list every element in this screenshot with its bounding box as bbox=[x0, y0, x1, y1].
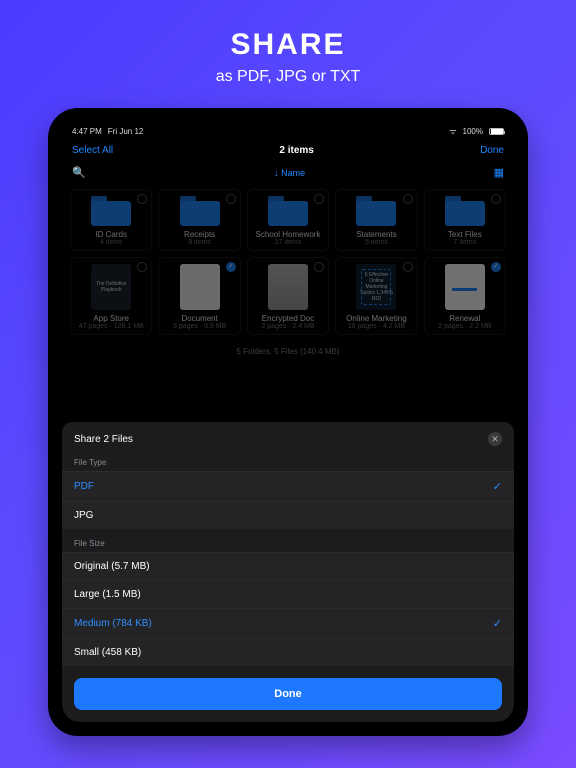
file-size-option[interactable]: Original (5.7 MB) bbox=[62, 552, 514, 580]
close-button[interactable]: ✕ bbox=[488, 432, 502, 446]
selection-circle[interactable] bbox=[137, 262, 147, 272]
file-size-group: Original (5.7 MB) Large (1.5 MB) Medium (7… bbox=[62, 552, 514, 666]
folder-icon bbox=[180, 196, 220, 226]
share-sheet: Share 2 Files ✕ File Type PDF ✓ JPG File S… bbox=[62, 422, 514, 722]
checkmark-icon: ✓ bbox=[493, 480, 502, 493]
folder-row: ID Cards4 itemsReceipts8 itemsSchool Hom… bbox=[70, 189, 506, 251]
content-area: ID Cards4 itemsReceipts8 itemsSchool Hom… bbox=[62, 183, 514, 422]
selection-circle[interactable] bbox=[226, 262, 236, 272]
file-name: Renewal bbox=[449, 314, 480, 323]
file-row: The Definitive Playbook App Store47 pages… bbox=[70, 257, 506, 335]
folder-meta: 5 items bbox=[365, 239, 388, 246]
file-type-option[interactable]: PDF ✓ bbox=[62, 471, 514, 501]
file-meta: 2 pages · 2.2 MB bbox=[438, 323, 491, 330]
device-screen: 4:47 PM Fri Jun 12 ᯤ 100% Select All 2 i… bbox=[62, 122, 514, 722]
file-tile[interactable]: 5 Effective Online Marketing Tactics 1,3… bbox=[335, 257, 417, 335]
footer-meta: 5 Folders, 5 Files (140.4 MB) bbox=[70, 341, 506, 362]
folder-name: Statements bbox=[356, 230, 396, 239]
file-tile[interactable]: Document3 pages · 3.9 MB bbox=[158, 257, 240, 335]
promo-subtitle: as PDF, JPG or TXT bbox=[216, 68, 361, 86]
file-thumbnail: 5 Effective Online Marketing Tactics 1,3… bbox=[356, 264, 396, 310]
nav-bar: Select All 2 items Done bbox=[62, 139, 514, 162]
battery-icon bbox=[489, 128, 504, 135]
folder-tile[interactable]: School Homework17 items bbox=[247, 189, 329, 251]
folder-tile[interactable]: ID Cards4 items bbox=[70, 189, 152, 251]
file-tile[interactable]: Renewal2 pages · 2.2 MB bbox=[424, 257, 506, 335]
status-bar: 4:47 PM Fri Jun 12 ᯤ 100% bbox=[62, 122, 514, 139]
folder-icon bbox=[91, 196, 131, 226]
sort-label: Name bbox=[281, 168, 305, 178]
file-tile[interactable]: The Definitive Playbook App Store47 pages… bbox=[70, 257, 152, 335]
file-thumbnail bbox=[180, 264, 220, 310]
file-meta: 2 pages · 2.4 MB bbox=[261, 323, 314, 330]
file-name: Online Marketing bbox=[346, 314, 406, 323]
option-label: Medium (784 KB) bbox=[74, 618, 152, 629]
folder-tile[interactable]: Statements5 items bbox=[335, 189, 417, 251]
device-frame: 4:47 PM Fri Jun 12 ᯤ 100% Select All 2 i… bbox=[48, 108, 528, 736]
folder-meta: 17 items bbox=[275, 239, 301, 246]
nav-title: 2 items bbox=[279, 145, 313, 156]
file-type-group: PDF ✓ JPG bbox=[62, 471, 514, 529]
file-meta: 47 pages · 128.1 MB bbox=[79, 323, 144, 330]
selection-circle[interactable] bbox=[403, 262, 413, 272]
folder-name: Receipts bbox=[184, 230, 215, 239]
sort-bar: 🔍 ↓ Name ▦ bbox=[62, 162, 514, 183]
folder-icon bbox=[268, 196, 308, 226]
close-icon: ✕ bbox=[491, 434, 499, 445]
sheet-title: Share 2 Files bbox=[74, 434, 133, 445]
promo-title: SHARE bbox=[230, 28, 345, 62]
file-thumbnail: The Definitive Playbook bbox=[91, 264, 131, 310]
file-size-option[interactable]: Medium (784 KB) ✓ bbox=[62, 608, 514, 638]
selection-circle[interactable] bbox=[137, 194, 147, 204]
selection-circle[interactable] bbox=[314, 262, 324, 272]
status-date: Fri Jun 12 bbox=[108, 127, 144, 136]
option-label: Small (458 KB) bbox=[74, 647, 141, 658]
selection-circle[interactable] bbox=[403, 194, 413, 204]
folder-tile[interactable]: Text Files7 items bbox=[424, 189, 506, 251]
option-label: PDF bbox=[74, 481, 94, 492]
folder-meta: 7 items bbox=[454, 239, 477, 246]
file-meta: 16 pages · 4.2 MB bbox=[348, 323, 405, 330]
checkmark-icon: ✓ bbox=[493, 617, 502, 630]
file-tile[interactable]: Encrypted Doc2 pages · 2.4 MB bbox=[247, 257, 329, 335]
selection-circle[interactable] bbox=[226, 194, 236, 204]
folder-meta: 4 items bbox=[100, 239, 123, 246]
wifi-icon: ᯤ bbox=[449, 126, 456, 137]
file-thumbnail bbox=[445, 264, 485, 310]
search-icon[interactable]: 🔍 bbox=[72, 166, 86, 179]
file-type-option[interactable]: JPG bbox=[62, 501, 514, 529]
nav-done-button[interactable]: Done bbox=[480, 145, 504, 156]
folder-icon bbox=[445, 196, 485, 226]
file-name: App Store bbox=[93, 314, 129, 323]
option-label: Large (1.5 MB) bbox=[74, 589, 141, 600]
status-time: 4:47 PM bbox=[72, 127, 102, 136]
folder-tile[interactable]: Receipts8 items bbox=[158, 189, 240, 251]
folder-name: School Homework bbox=[256, 230, 321, 239]
arrow-down-icon: ↓ bbox=[274, 168, 279, 178]
option-label: JPG bbox=[74, 510, 93, 521]
selection-circle[interactable] bbox=[491, 262, 501, 272]
folder-meta: 8 items bbox=[188, 239, 211, 246]
folder-name: Text Files bbox=[448, 230, 482, 239]
select-all-button[interactable]: Select All bbox=[72, 145, 113, 156]
file-type-section-label: File Type bbox=[62, 454, 514, 471]
file-size-section-label: File Size bbox=[62, 535, 514, 552]
option-label: Original (5.7 MB) bbox=[74, 561, 150, 572]
file-meta: 3 pages · 3.9 MB bbox=[173, 323, 226, 330]
folder-name: ID Cards bbox=[95, 230, 127, 239]
sort-button[interactable]: ↓ Name bbox=[86, 168, 494, 178]
file-name: Encrypted Doc bbox=[262, 314, 314, 323]
done-button[interactable]: Done bbox=[74, 678, 502, 710]
selection-circle[interactable] bbox=[314, 194, 324, 204]
layout-icon[interactable]: ▦ bbox=[494, 166, 504, 179]
folder-icon bbox=[356, 196, 396, 226]
file-size-option[interactable]: Small (458 KB) bbox=[62, 638, 514, 666]
selection-circle[interactable] bbox=[491, 194, 501, 204]
file-name: Document bbox=[181, 314, 217, 323]
file-size-option[interactable]: Large (1.5 MB) bbox=[62, 580, 514, 608]
battery-percent: 100% bbox=[463, 127, 483, 136]
file-thumbnail bbox=[268, 264, 308, 310]
